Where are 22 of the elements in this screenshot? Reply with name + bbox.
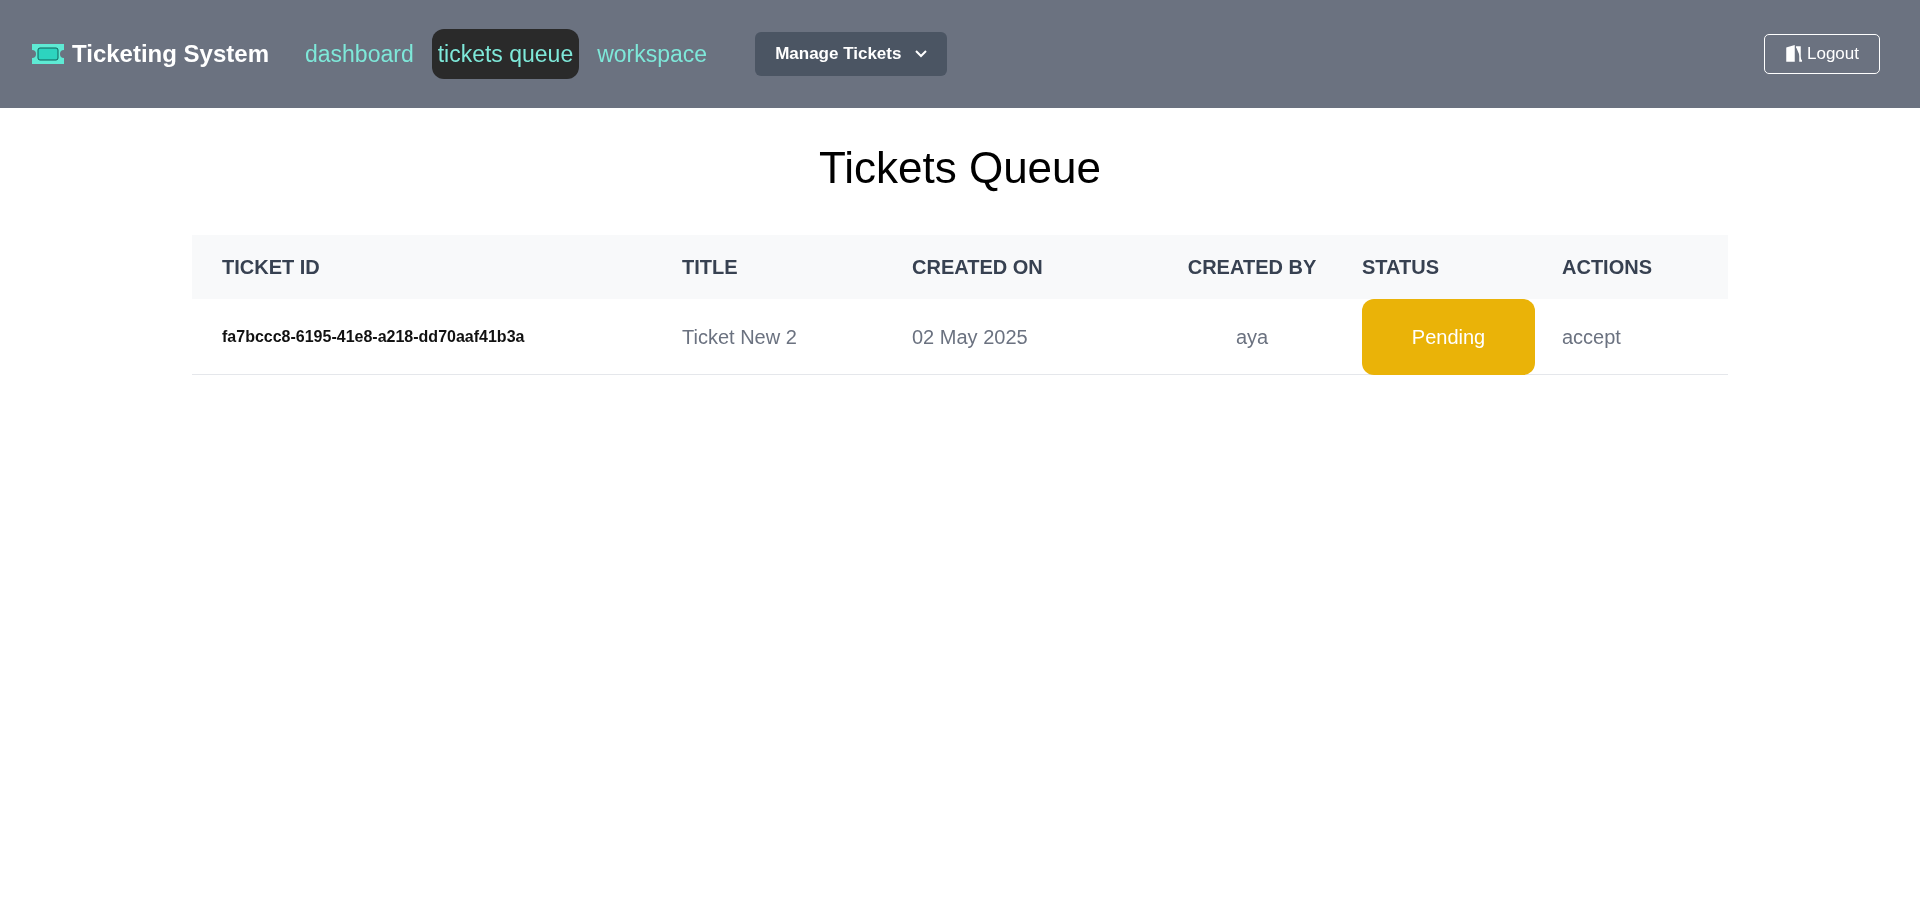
door-icon (1785, 45, 1803, 63)
ticket-id: fa7bccc8-6195-41e8-a218-dd70aaf41b3a (222, 327, 525, 345)
accept-link[interactable]: accept (1562, 325, 1621, 348)
column-header: ACTIONS (1562, 256, 1652, 278)
column-header: CREATED ON (912, 256, 1043, 278)
nav-link[interactable]: workspace (591, 28, 714, 80)
ticket-icon (30, 42, 66, 66)
column-header: STATUS (1362, 256, 1440, 278)
column-header: CREATED BY (1187, 256, 1317, 278)
nav-link[interactable]: tickets queue (431, 28, 580, 80)
chevron-down-icon (915, 50, 928, 58)
status-badge: Pending (1362, 298, 1535, 375)
nav-link[interactable]: dashboard (298, 28, 420, 80)
brand-title[interactable]: Ticketing System (72, 36, 269, 72)
column-header: TICKET ID (222, 256, 320, 278)
column-header: TITLE (682, 256, 738, 278)
creator-name: aya (1235, 325, 1269, 348)
created-date: 02 May 2025 (912, 325, 1028, 348)
manage-tickets-dropdown[interactable]: Manage Tickets (755, 32, 948, 76)
ticket-title: Ticket New 2 (682, 325, 797, 348)
logout-button[interactable]: Logout (1764, 34, 1880, 74)
page-title: Tickets Queue (817, 142, 1102, 194)
